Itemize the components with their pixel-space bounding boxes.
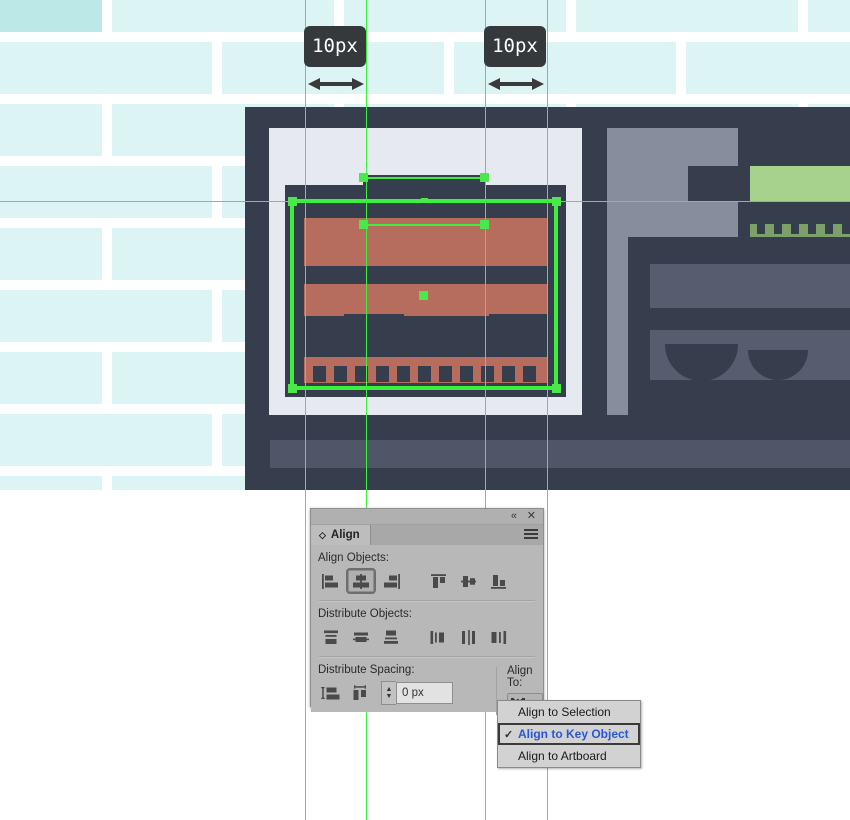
align-objects-label: Align Objects: (318, 552, 389, 564)
distribute-vertical-center-button[interactable] (346, 624, 376, 650)
panel-menu-icon[interactable] (524, 529, 538, 541)
brick (686, 42, 850, 94)
shelf-panel-1 (650, 264, 850, 308)
menu-item-label: Align to Artboard (518, 749, 607, 763)
brick (808, 0, 850, 32)
align-top-button[interactable] (424, 568, 454, 594)
menu-item[interactable]: Align to Artboard (498, 745, 640, 767)
spacing-value-input[interactable]: 0 px (396, 682, 453, 704)
selection-center-point[interactable] (419, 291, 428, 300)
menu-item-label: Align to Selection (518, 705, 611, 719)
collapse-icon[interactable]: « (511, 510, 517, 523)
align-to-dropdown-menu[interactable]: Align to Selection ✓ Align to Key Object Al… (497, 700, 641, 768)
green-tooth (825, 224, 833, 234)
selection-handle-bl[interactable] (359, 220, 368, 229)
align-center-vertical-button[interactable] (454, 568, 484, 594)
menu-item-label: Align to Key Object (518, 727, 629, 741)
selection-edge-bottom (363, 224, 485, 226)
brick (0, 476, 102, 490)
close-icon[interactable]: ✕ (527, 510, 536, 523)
brick (0, 414, 212, 466)
tab-align-label: Align (330, 529, 360, 541)
brick (0, 290, 212, 342)
check-icon: ✓ (504, 728, 514, 741)
brick (0, 352, 102, 404)
spacing-stepper[interactable]: ▲ ▼ (381, 681, 396, 705)
selection-edge-top (363, 177, 485, 179)
distribute-vertical-bottom-button[interactable] (376, 624, 406, 650)
distribute-objects-buttons[interactable] (316, 624, 543, 650)
measurement-arrow (487, 74, 545, 94)
key-handle-tl[interactable] (288, 197, 297, 206)
green-tooth (791, 224, 799, 234)
distribute-vertical-spacing-button[interactable] (316, 680, 346, 706)
measurement-arrow (307, 74, 365, 94)
align-objects-buttons[interactable] (316, 568, 543, 594)
align-panel[interactable]: « ✕ ◇ Align Align Objects: Distribute Ob… (310, 508, 544, 717)
align-bottom-button[interactable] (484, 568, 514, 594)
green-box-upper (750, 166, 850, 201)
selection-handle-tl[interactable] (359, 173, 368, 182)
panel-body: Align Objects: Distribute Objects: Distr… (311, 545, 543, 717)
illustrator-screen: 10px 10px « ✕ ◇ Align Align Objects: Dis… (0, 0, 850, 820)
panel-divider-1 (319, 600, 535, 602)
green-tooth (808, 224, 816, 234)
measurement-badge: 10px (304, 26, 366, 67)
panel-divider-2 (319, 656, 535, 658)
key-handle-br[interactable] (552, 384, 561, 393)
brick-accent (0, 0, 30, 32)
shelf-cut-top (738, 128, 850, 166)
key-handle-tr[interactable] (552, 197, 561, 206)
tab-align[interactable]: ◇ Align (311, 525, 371, 545)
selection-handle-top-mid[interactable] (421, 198, 428, 203)
align-center-horizontal-button[interactable] (346, 568, 376, 594)
stepper-up-icon[interactable]: ▲ (386, 686, 393, 693)
shelf-bottom-rail (628, 380, 850, 415)
brick (0, 166, 212, 218)
brick (576, 0, 798, 32)
vertical-guide[interactable] (305, 0, 306, 820)
measurement-badge: 10px (484, 26, 546, 67)
align-right-button[interactable] (376, 568, 406, 594)
stepper-down-icon[interactable]: ▼ (386, 693, 393, 700)
diamond-icon: ◇ (319, 529, 326, 540)
panel-title-bar[interactable]: « ✕ (311, 509, 543, 525)
align-left-button[interactable] (316, 568, 346, 594)
distribute-vertical-top-button[interactable] (316, 624, 346, 650)
brick (112, 0, 334, 32)
brick (0, 104, 102, 156)
vertical-guide[interactable] (547, 0, 548, 820)
selection-handle-br[interactable] (480, 220, 489, 229)
green-tooth (842, 224, 850, 234)
shelf-left-rail (628, 237, 650, 397)
distribute-horizontal-right-button[interactable] (484, 624, 514, 650)
menu-item[interactable]: ✓ Align to Key Object (498, 723, 640, 745)
distribute-objects-label: Distribute Objects: (318, 608, 412, 620)
green-tooth (774, 224, 782, 234)
stove-base-shelf-right (607, 440, 850, 468)
shelf-divider-2 (650, 308, 850, 330)
panel-tab-bar[interactable]: ◇ Align (311, 525, 543, 545)
selection-handle-tr[interactable] (480, 173, 489, 182)
distribute-horizontal-spacing-button[interactable] (346, 680, 376, 706)
distribute-horizontal-center-button[interactable] (454, 624, 484, 650)
green-tooth (757, 224, 765, 234)
menu-item[interactable]: Align to Selection (498, 701, 640, 723)
brick (0, 42, 212, 94)
key-handle-bl[interactable] (288, 384, 297, 393)
brick (0, 228, 102, 280)
align-to-label: Align To: (507, 665, 533, 689)
distribute-horizontal-left-button[interactable] (424, 624, 454, 650)
